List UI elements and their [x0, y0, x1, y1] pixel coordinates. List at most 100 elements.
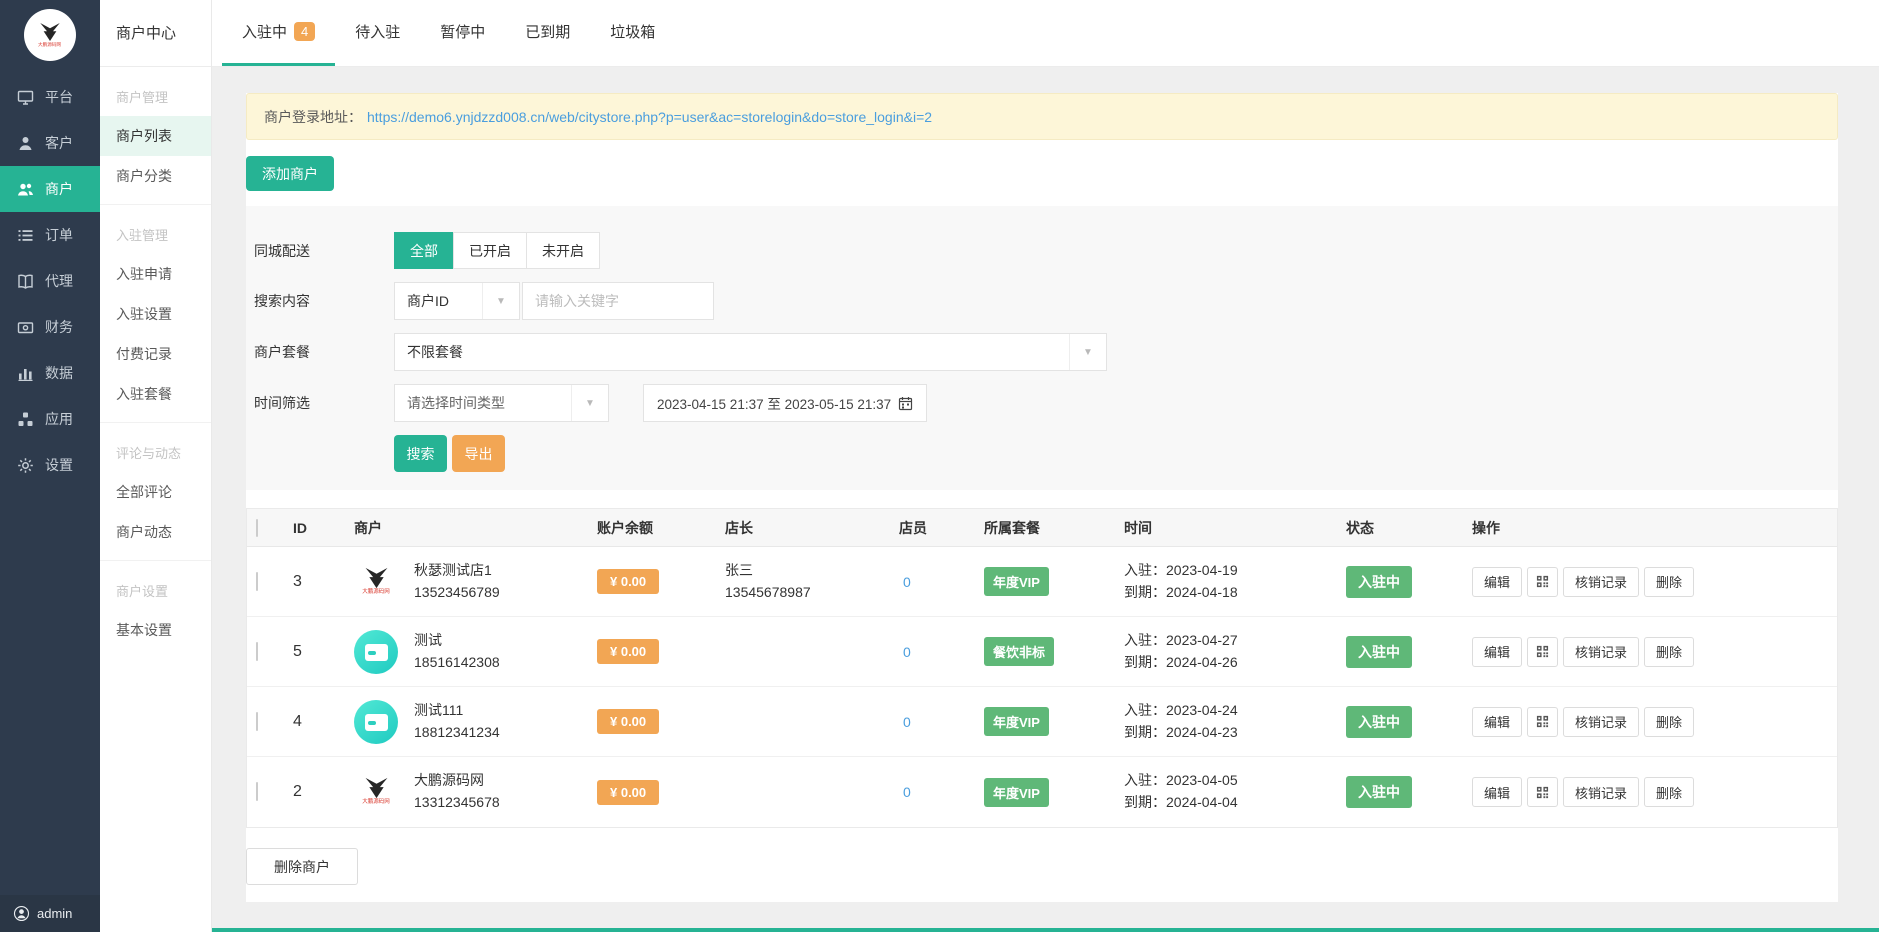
qrcode-button[interactable] — [1527, 707, 1558, 737]
tab-suspended-merchants[interactable]: 暂停中 — [420, 0, 505, 66]
merchant-login-link[interactable]: https://demo6.ynjdzzd008.cn/web/citystor… — [367, 109, 932, 125]
delete-button[interactable]: 删除 — [1644, 637, 1694, 667]
table-header-row: ID 商户 账户余额 店长 店员 所属套餐 时间 状态 操作 — [247, 509, 1837, 547]
package-badge: 年度VIP — [984, 707, 1049, 736]
submenu-item-merchant-category[interactable]: 商户分类 — [100, 156, 211, 196]
eagle-icon — [38, 22, 62, 42]
search-button[interactable]: 搜索 — [394, 435, 447, 472]
apps-icon — [17, 411, 34, 428]
row-checkbox[interactable] — [256, 642, 258, 661]
table-row: 3 大鹏源码网 秋瑟测试店1 13523456789 ¥ 0.00 — [247, 547, 1837, 617]
submenu-item-merchant-list[interactable]: 商户列表 — [100, 116, 211, 156]
qrcode-button[interactable] — [1527, 637, 1558, 667]
submenu-item-basic-settings[interactable]: 基本设置 — [100, 610, 211, 650]
submenu-group-entry-mgmt: 入驻管理 入驻申请 入驻设置 付费记录 入驻套餐 — [100, 205, 211, 423]
submenu-item-payment-records[interactable]: 付费记录 — [100, 334, 211, 374]
verify-records-button[interactable]: 核销记录 — [1563, 707, 1639, 737]
chevron-down-icon: ▼ — [1069, 334, 1106, 370]
merchant-id: 2 — [285, 783, 337, 801]
search-field-select[interactable]: 商户ID ▼ — [394, 282, 520, 320]
package-select[interactable]: 不限套餐 ▼ — [394, 333, 1107, 371]
submenu-item-all-comments[interactable]: 全部评论 — [100, 472, 211, 512]
money-icon — [17, 319, 34, 336]
content-card: 商户登录地址： https://demo6.ynjdzzd008.cn/web/… — [246, 93, 1838, 902]
staff-count-link[interactable]: 0 — [887, 714, 972, 730]
verify-records-button[interactable]: 核销记录 — [1563, 567, 1639, 597]
edit-button[interactable]: 编辑 — [1472, 777, 1522, 807]
tab-expired-merchants[interactable]: 已到期 — [505, 0, 590, 66]
main-area: 入驻中 4 待入驻 暂停中 已到期 垃圾箱 商户登录地址： https://de… — [212, 0, 1879, 932]
sidebar-item-orders[interactable]: 订单 — [0, 212, 100, 258]
row-checkbox[interactable] — [256, 782, 258, 801]
sidebar-item-finance[interactable]: 财务 — [0, 304, 100, 350]
table-row: 4 测试111 18812341234 ¥ 0.00 — [247, 687, 1837, 757]
join-date: 入驻：2023-04-19 — [1124, 560, 1337, 582]
verify-records-button[interactable]: 核销记录 — [1563, 777, 1639, 807]
column-header-actions: 操作 — [1462, 518, 1837, 538]
select-all-checkbox[interactable] — [256, 519, 258, 537]
sidebar-item-data[interactable]: 数据 — [0, 350, 100, 396]
sidebar-item-apps[interactable]: 应用 — [0, 396, 100, 442]
delete-button[interactable]: 删除 — [1644, 567, 1694, 597]
delivery-option-all[interactable]: 全部 — [394, 232, 454, 269]
balance-badge: ¥ 0.00 — [597, 780, 659, 805]
eagle-logo-caption: 大鹏源码网 — [362, 800, 390, 807]
admin-user-menu[interactable]: admin — [0, 895, 100, 932]
wallet-logo — [354, 630, 398, 674]
sidebar-item-platform[interactable]: 平台 — [0, 74, 100, 120]
merchant-logo: 大鹏源码网 — [354, 560, 398, 604]
submenu-group-comments: 评论与动态 全部评论 商户动态 — [100, 423, 211, 561]
submenu-item-entry-settings[interactable]: 入驻设置 — [100, 294, 211, 334]
row-checkbox[interactable] — [256, 712, 258, 731]
balance-badge: ¥ 0.00 — [597, 569, 659, 594]
delete-button[interactable]: 删除 — [1644, 777, 1694, 807]
column-header-manager: 店长 — [717, 518, 887, 538]
tab-pending-merchants[interactable]: 待入驻 — [335, 0, 420, 66]
tab-active-merchants[interactable]: 入驻中 4 — [222, 0, 335, 66]
row-checkbox[interactable] — [256, 572, 258, 591]
status-tabs: 入驻中 4 待入驻 暂停中 已到期 垃圾箱 — [212, 0, 1879, 67]
monitor-icon — [17, 89, 34, 106]
staff-count-link[interactable]: 0 — [887, 574, 972, 590]
tab-label: 垃圾箱 — [610, 21, 655, 42]
status-badge: 入驻中 — [1346, 636, 1412, 668]
sidebar-item-customers[interactable]: 客户 — [0, 120, 100, 166]
verify-records-button[interactable]: 核销记录 — [1563, 637, 1639, 667]
tab-trash[interactable]: 垃圾箱 — [590, 0, 675, 66]
sidebar-item-agents[interactable]: 代理 — [0, 258, 100, 304]
filter-panel: 同城配送 全部 已开启 未开启 搜索内容 商户ID ▼ — [246, 206, 1838, 490]
merchant-cell: 大鹏源码网 大鹏源码网 13312345678 — [337, 770, 587, 814]
expire-date: 到期：2024-04-23 — [1124, 722, 1337, 744]
time-type-select[interactable]: 请选择时间类型 ▼ — [394, 384, 609, 422]
sidebar-item-label: 商户 — [45, 179, 73, 199]
edit-button[interactable]: 编辑 — [1472, 567, 1522, 597]
sidebar-item-settings[interactable]: 设置 — [0, 442, 100, 488]
sidebar-item-merchants[interactable]: 商户 — [0, 166, 100, 212]
submenu-item-entry-apply[interactable]: 入驻申请 — [100, 254, 211, 294]
delete-button[interactable]: 删除 — [1644, 707, 1694, 737]
edit-button[interactable]: 编辑 — [1472, 707, 1522, 737]
submenu-item-merchant-feed[interactable]: 商户动态 — [100, 512, 211, 552]
group-heading: 商户管理 — [100, 67, 211, 116]
merchant-cell: 测试111 18812341234 — [337, 700, 587, 744]
staff-count-link[interactable]: 0 — [887, 784, 972, 800]
sidebar-item-label: 订单 — [45, 225, 73, 245]
qrcode-button[interactable] — [1527, 567, 1558, 597]
qrcode-button[interactable] — [1527, 777, 1558, 807]
submenu-item-entry-packages[interactable]: 入驻套餐 — [100, 374, 211, 414]
bulk-delete-button[interactable]: 删除商户 — [246, 848, 358, 885]
eagle-logo: 大鹏源码网 — [37, 22, 62, 48]
chevron-down-icon: ▼ — [482, 283, 519, 319]
brand-logo-circle: 大鹏源码网 — [24, 9, 76, 61]
status-badge: 入驻中 — [1346, 706, 1412, 738]
merchant-name: 秋瑟测试店1 — [414, 560, 500, 582]
keyword-input[interactable] — [522, 282, 714, 320]
export-button[interactable]: 导出 — [452, 435, 505, 472]
edit-button[interactable]: 编辑 — [1472, 637, 1522, 667]
delivery-option-enabled[interactable]: 已开启 — [453, 232, 527, 269]
date-range-picker[interactable]: 2023-04-15 21:37 至 2023-05-15 21:37 — [643, 384, 927, 422]
staff-count-link[interactable]: 0 — [887, 644, 972, 660]
add-merchant-button[interactable]: 添加商户 — [246, 156, 334, 191]
chart-icon — [17, 365, 34, 382]
delivery-option-disabled[interactable]: 未开启 — [526, 232, 600, 269]
